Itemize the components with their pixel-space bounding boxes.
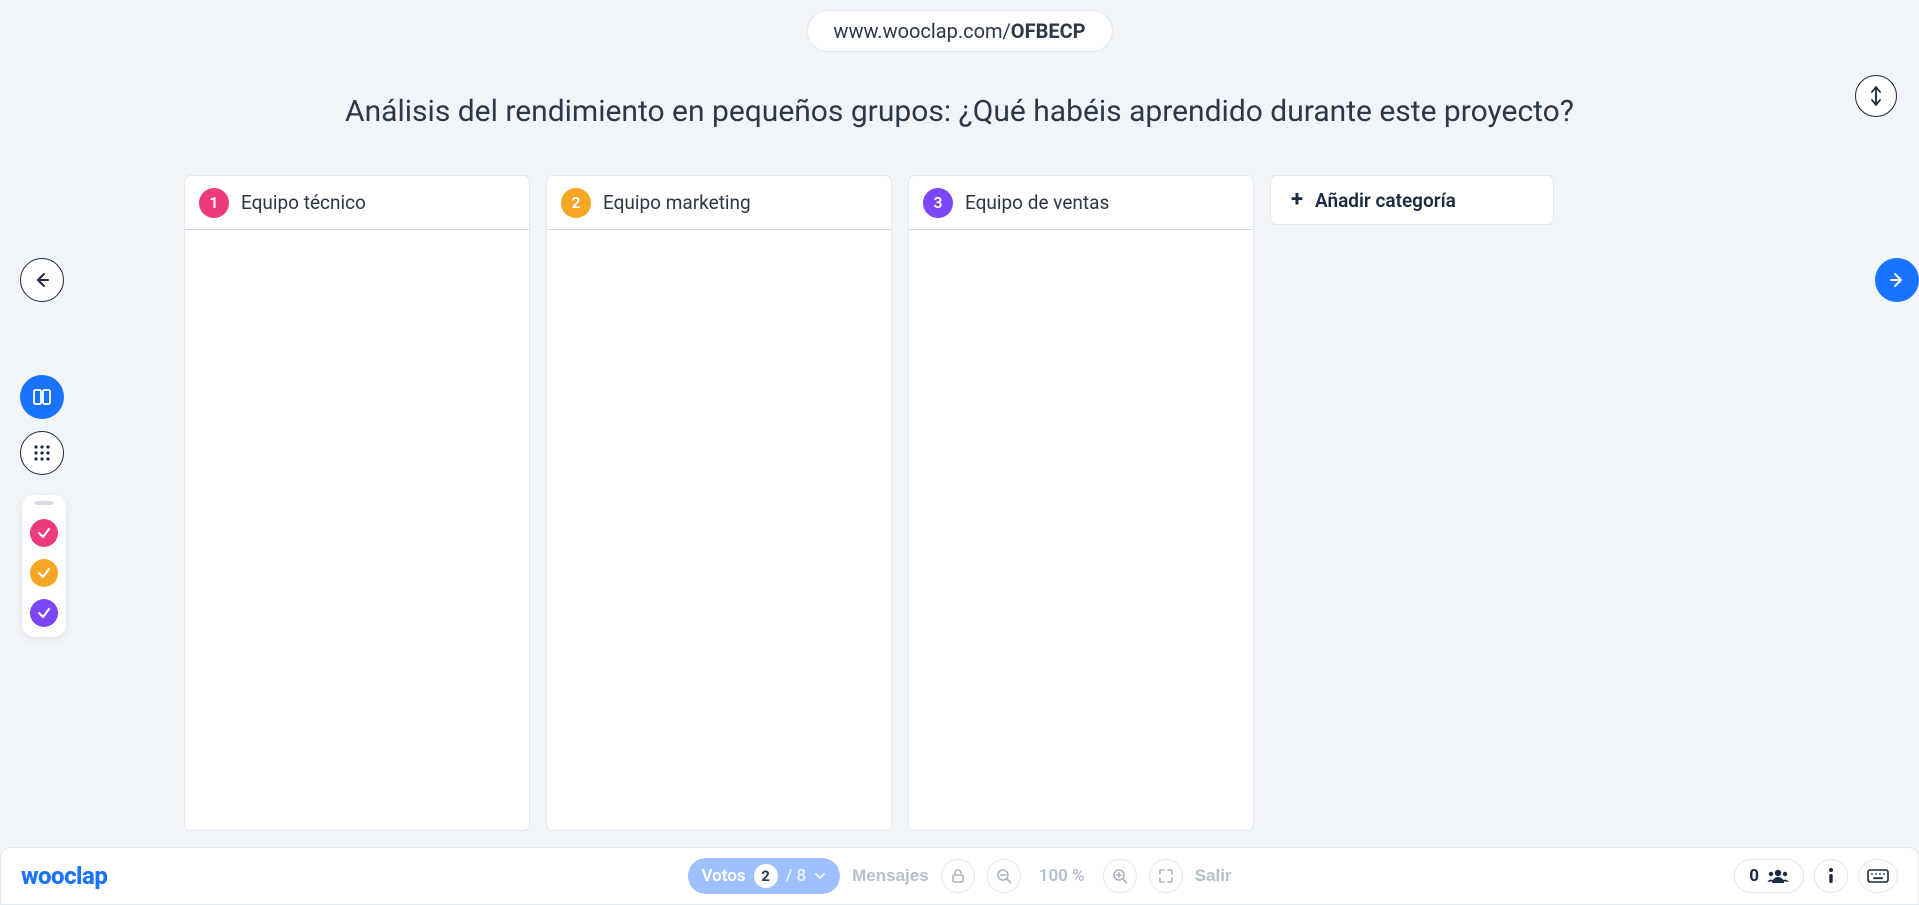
view-grid-button[interactable] [20,431,64,475]
grid-icon [33,444,51,462]
category-column[interactable]: 1 Equipo técnico [184,175,530,831]
plus-icon: + [1291,189,1303,211]
column-header: 3 Equipo de ventas [909,176,1253,230]
filter-category-3[interactable] [30,599,58,627]
toggle-layout-button[interactable] [1855,75,1897,117]
zoom-in-button[interactable] [1103,859,1137,893]
bottom-right-controls: 0 [1734,859,1898,893]
prev-question-button[interactable] [20,258,64,302]
exit-button[interactable]: Salir [1195,866,1232,886]
category-column[interactable]: 2 Equipo marketing [546,175,892,831]
board-icon [32,387,52,407]
next-question-button[interactable] [1875,258,1919,302]
wooclap-logo[interactable]: wooclap [21,862,107,890]
column-badge: 2 [561,188,591,218]
column-badge: 1 [199,188,229,218]
column-header: 2 Equipo marketing [547,176,891,230]
chevron-down-icon [814,870,826,882]
zoom-level: 100 % [1033,866,1091,886]
brainstorm-board: 1 Equipo técnico 2 Equipo marketing 3 Eq… [184,175,1735,835]
bottom-toolbar: wooclap Votos 2 / 8 Mensajes [0,847,1919,905]
participants-button[interactable]: 0 [1734,859,1804,893]
check-icon [37,606,51,620]
column-badge: 3 [923,188,953,218]
view-board-button[interactable] [20,375,64,419]
votes-label: Votos [701,866,745,886]
arrow-left-icon [33,271,51,289]
vertical-arrows-icon [1869,86,1883,106]
fullscreen-icon [1158,868,1174,884]
unlock-icon [950,868,966,884]
column-title: Equipo marketing [603,191,751,214]
zoom-in-icon [1112,868,1128,884]
column-title: Equipo de ventas [965,191,1109,214]
messages-button[interactable]: Mensajes [852,866,929,886]
zoom-out-icon [996,868,1012,884]
view-switcher [20,375,64,475]
lock-button[interactable] [941,859,975,893]
add-category-label: Añadir categoría [1315,189,1456,212]
session-url[interactable]: www.wooclap.com/OFBECP [806,10,1112,52]
info-button[interactable] [1814,859,1848,893]
category-column[interactable]: 3 Equipo de ventas [908,175,1254,831]
column-header: 1 Equipo técnico [185,176,529,230]
votes-dropdown[interactable]: Votos 2 / 8 [687,858,840,894]
keyboard-button[interactable] [1858,859,1898,893]
question-title: Análisis del rendimiento en pequeños gru… [0,94,1919,129]
zoom-out-button[interactable] [987,859,1021,893]
filter-category-2[interactable] [30,559,58,587]
check-icon [37,526,51,540]
keyboard-icon [1867,869,1889,883]
add-category-button[interactable]: + Añadir categoría [1270,175,1554,225]
bottom-center-controls: Votos 2 / 8 Mensajes [687,858,1231,894]
info-icon [1827,867,1835,885]
category-filter-panel[interactable] [22,495,66,637]
column-title: Equipo técnico [241,191,366,214]
users-icon [1767,868,1789,884]
votes-current: 2 [754,864,778,888]
votes-total: / 8 [786,866,807,886]
filter-category-1[interactable] [30,519,58,547]
arrow-right-icon [1888,271,1906,289]
url-base: www.wooclap.com/ [833,19,1010,43]
fullscreen-button[interactable] [1149,859,1183,893]
participants-count: 0 [1749,866,1759,886]
check-icon [37,566,51,580]
url-code: OFBECP [1011,19,1086,43]
